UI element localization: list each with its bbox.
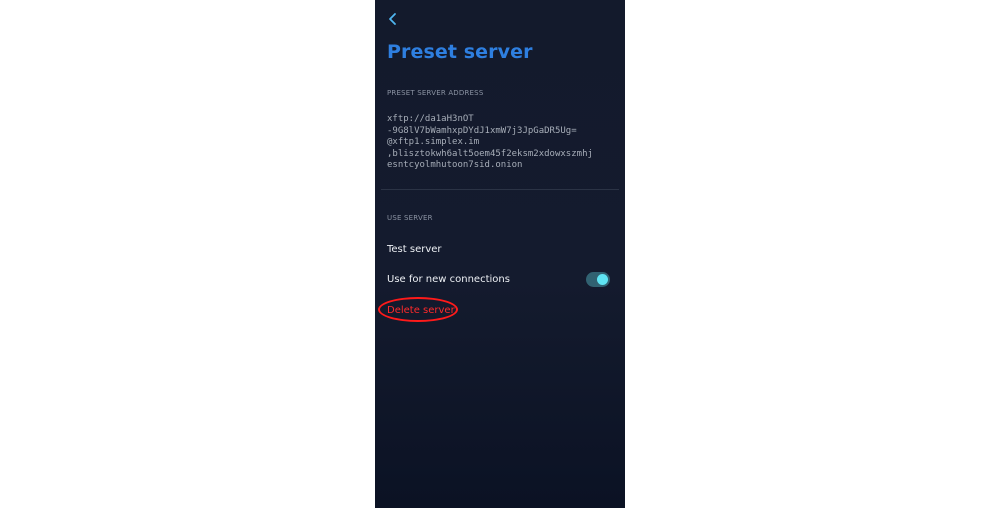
- server-address: xftp://da1aH3nOT -9G8lV7bWamhxpDYdJ1xmW7…: [387, 114, 619, 172]
- address-line: esntcyolmhutoon7sid.onion: [387, 160, 523, 171]
- address-line: -9G8lV7bWamhxpDYdJ1xmW7j3JpGaDR5Ug=: [387, 125, 577, 136]
- address-line: xftp://da1aH3nOT: [387, 114, 474, 124]
- address-line: ,blisztokwh6alt5oem45f2eksm2xdowxszmhj: [387, 148, 593, 159]
- section-label-use-server: USE SERVER: [387, 214, 433, 222]
- back-button[interactable]: [385, 10, 401, 28]
- section-label-preset-address: PRESET SERVER ADDRESS: [387, 89, 484, 97]
- chevron-left-icon: [389, 13, 396, 25]
- use-for-new-connections-label: Use for new connections: [387, 274, 510, 285]
- address-line: @xftp1.simplex.im: [387, 137, 480, 148]
- highlight-ellipse: [378, 297, 458, 322]
- use-for-new-connections-toggle[interactable]: [586, 272, 610, 287]
- page-title: Preset server: [387, 41, 533, 63]
- toggle-knob: [597, 274, 608, 285]
- divider: [381, 189, 619, 190]
- test-server-button[interactable]: Test server: [387, 244, 442, 255]
- phone-screen: Preset server PRESET SERVER ADDRESS xftp…: [375, 0, 625, 508]
